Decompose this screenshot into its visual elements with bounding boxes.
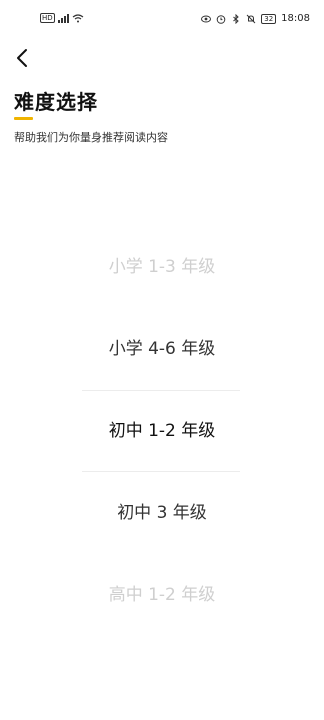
eye-icon: [201, 15, 212, 22]
title-accent-bar: [14, 117, 33, 120]
picker-option[interactable]: 小学 4-6 年级: [0, 329, 324, 369]
picker-option[interactable]: 初中 3 年级: [0, 493, 324, 533]
signal-icon: [57, 13, 69, 23]
picker-option[interactable]: 小学 1-3 年级: [0, 247, 324, 287]
bluetooth-icon: [233, 13, 239, 24]
status-left: HD: [40, 13, 84, 23]
status-bar: HD 32 18:08: [0, 0, 324, 40]
picker-option[interactable]: 高中 1-2 年级: [0, 575, 324, 615]
selection-divider-bottom: [82, 471, 240, 472]
hd-badge: HD: [40, 13, 55, 23]
wifi-icon: [72, 13, 84, 22]
picker-option-selected[interactable]: 初中 1-2 年级: [0, 411, 324, 451]
page-subtitle: 帮助我们为你量身推荐阅读内容: [14, 131, 168, 144]
page-title: 难度选择: [14, 90, 98, 114]
battery-icon: 32: [261, 13, 277, 24]
selection-divider-top: [82, 390, 240, 391]
back-arrow-icon[interactable]: [12, 46, 36, 70]
difficulty-picker[interactable]: 小学 1-3 年级 小学 4-6 年级 初中 1-2 年级 初中 3 年级 高中…: [0, 225, 324, 635]
alarm-icon: [216, 14, 226, 24]
status-right: 32 18:08: [201, 13, 310, 24]
mute-bell-icon: [246, 14, 256, 23]
clock: 18:08: [281, 13, 310, 24]
